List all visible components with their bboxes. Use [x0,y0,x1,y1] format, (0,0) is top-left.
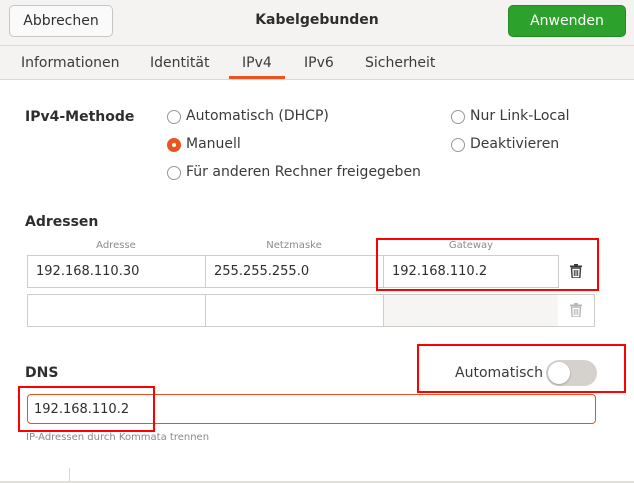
radio-dhcp-label[interactable]: Automatisch (DHCP) [186,108,329,124]
column-header-address: Adresse [96,240,136,251]
address-field-empty[interactable] [27,294,206,327]
tab-informationen[interactable]: Informationen [21,55,120,71]
radio-manual[interactable] [167,138,181,152]
gateway-field-empty[interactable] [383,294,559,327]
netmask-field[interactable]: 255.255.255.0 [205,255,384,288]
tab-ipv4[interactable]: IPv4 [242,55,272,71]
header-bar: Abbrechen Kabelgebunden Anwenden [0,0,634,46]
tab-identitaet[interactable]: Identität [150,55,209,71]
radio-shared[interactable] [167,166,181,180]
netmask-field-empty[interactable] [205,294,384,327]
highlight-gateway [376,238,599,291]
dns-hint: IP-Adressen durch Kommata trennen [26,432,210,443]
ipv4-method-label: IPv4-Methode [25,109,135,125]
apply-button[interactable]: Anwenden [508,5,626,37]
addresses-label: Adressen [25,214,99,230]
radio-disabled[interactable] [451,138,465,152]
dns-label: DNS [25,365,59,381]
active-tab-indicator [229,76,285,79]
radio-link-local[interactable] [451,110,465,124]
tab-bar: Informationen Identität IPv4 IPv6 Sicher… [0,46,634,80]
highlight-dns-toggle [417,344,626,393]
address-field[interactable]: 192.168.110.30 [27,255,206,288]
radio-dhcp[interactable] [167,110,181,124]
tab-ipv6[interactable]: IPv6 [304,55,334,71]
radio-shared-label[interactable]: Für anderen Rechner freigegeben [186,164,421,180]
apply-button-label: Anwenden [530,13,604,29]
tab-sicherheit[interactable]: Sicherheit [365,55,435,71]
radio-manual-label[interactable]: Manuell [186,136,241,152]
radio-link-local-label[interactable]: Nur Link-Local [470,108,570,124]
column-header-netmask: Netzmaske [266,240,322,251]
radio-disabled-label[interactable]: Deaktivieren [470,136,559,152]
highlight-dns-input [18,386,155,432]
trash-icon [570,303,582,317]
